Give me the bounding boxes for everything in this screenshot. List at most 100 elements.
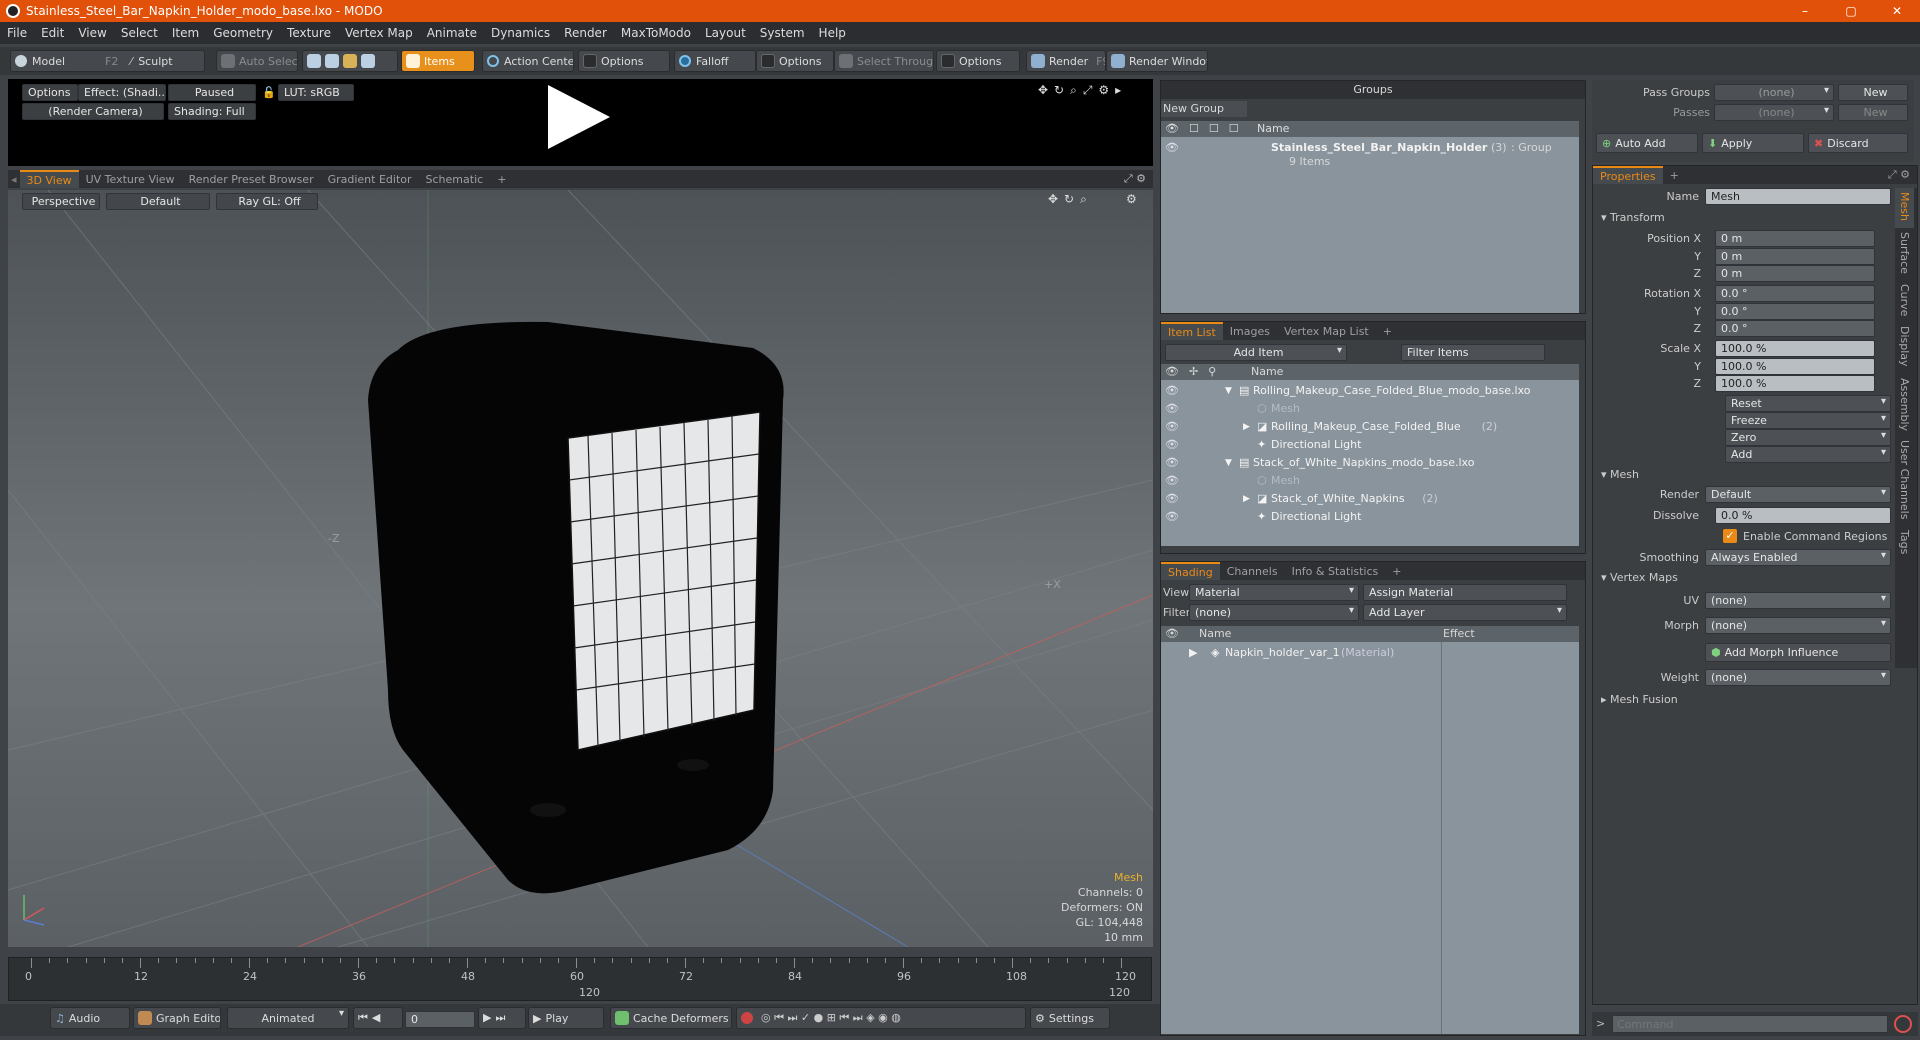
preview-paused-button[interactable]: Paused: [168, 84, 256, 101]
prev-key-buttons[interactable]: ⏮◀: [353, 1007, 403, 1029]
viewport-expand-icon[interactable]: ⤢ ⚙: [1117, 170, 1153, 188]
menu-select[interactable]: Select: [114, 26, 165, 40]
key-tool-icons[interactable]: ◎ ⏮ ⏭ ✓ ● ⊞ ⏮ ⏭ ◈ ◉ ◍: [761, 1011, 901, 1025]
tab-vertex-map-list[interactable]: Vertex Map List: [1277, 322, 1376, 340]
model-mode-button[interactable]: Model F2 ⁄ Sculpt: [10, 50, 205, 72]
item-row[interactable]: 👁 ✦ Directional Light: [1161, 508, 1579, 526]
item-row[interactable]: 👁 ⬡ Mesh: [1161, 472, 1579, 490]
cache-deformers-button[interactable]: Cache Deformers: [610, 1007, 732, 1029]
menu-texture[interactable]: Texture: [280, 26, 338, 40]
side-tab-display[interactable]: Display: [1895, 322, 1914, 374]
vertices-mode-icon[interactable]: [307, 54, 321, 68]
menu-animate[interactable]: Animate: [420, 26, 484, 40]
graph-editor-button[interactable]: Graph Editor: [133, 1007, 221, 1029]
menu-edit[interactable]: Edit: [34, 26, 71, 40]
record-icon[interactable]: [741, 1012, 753, 1024]
mesh-fusion-section[interactable]: ▸ Mesh Fusion: [1601, 693, 1678, 706]
tab-properties[interactable]: Properties: [1593, 166, 1663, 184]
tab-add[interactable]: +: [1663, 166, 1686, 184]
menu-geometry[interactable]: Geometry: [206, 26, 280, 40]
assign-material-button[interactable]: Assign Material: [1363, 584, 1567, 601]
new-group-button[interactable]: New Group: [1161, 101, 1247, 117]
materials-mode-icon[interactable]: [361, 54, 375, 68]
scale-x-field[interactable]: 100.0 %: [1715, 340, 1875, 357]
name-field[interactable]: Mesh: [1705, 188, 1891, 205]
freeze-dropdown[interactable]: Freeze: [1725, 412, 1891, 429]
side-tab-user-channels[interactable]: User Channels: [1895, 436, 1914, 526]
uv-dropdown[interactable]: (none): [1705, 592, 1891, 609]
edges-mode-icon[interactable]: [325, 54, 339, 68]
position-z-field[interactable]: 0 m: [1715, 265, 1875, 282]
tab-gradient-editor[interactable]: Gradient Editor: [321, 170, 419, 188]
preview-effect-dropdown[interactable]: Effect: (Shadi...: [78, 84, 166, 101]
properties-expand-icon[interactable]: ⤢ ⚙: [1881, 166, 1917, 184]
menu-help[interactable]: Help: [812, 26, 853, 40]
expand-arrow-icon[interactable]: ▼: [1225, 454, 1232, 472]
menu-vertex-map[interactable]: Vertex Map: [338, 26, 420, 40]
perspective-dropdown[interactable]: Perspective: [22, 193, 100, 210]
group-visibility-icon[interactable]: 👁: [1165, 141, 1179, 154]
rotation-z-field[interactable]: 0.0 °: [1715, 320, 1875, 337]
render-camera-dropdown[interactable]: (Render Camera): [22, 103, 164, 120]
maximize-button[interactable]: ▢: [1828, 0, 1874, 22]
key-tools-group[interactable]: ◎ ⏮ ⏭ ✓ ● ⊞ ⏮ ⏭ ◈ ◉ ◍: [736, 1007, 1026, 1029]
falloff-button[interactable]: Falloff: [674, 50, 756, 72]
stop-command-icon[interactable]: [1894, 1015, 1912, 1033]
visibility-eye-icon[interactable]: 👁: [1165, 382, 1179, 400]
item-row[interactable]: 👁 ✦ Directional Light: [1161, 436, 1579, 454]
frame-field[interactable]: 0: [405, 1011, 475, 1028]
tab-render-preset-browser[interactable]: Render Preset Browser: [182, 170, 321, 188]
lock-icon[interactable]: 🔓: [262, 86, 276, 99]
action-center-button[interactable]: Action Center: [482, 50, 574, 72]
menu-system[interactable]: System: [753, 26, 812, 40]
expand-arrow-icon[interactable]: ▶: [1243, 490, 1250, 508]
tab-images[interactable]: Images: [1223, 322, 1277, 340]
audio-button[interactable]: ♫ Audio: [50, 1007, 130, 1029]
vertex-maps-section[interactable]: ▾ Vertex Maps: [1601, 571, 1678, 584]
command-input[interactable]: [1612, 1015, 1888, 1033]
auto-add-button[interactable]: ⊕ Auto Add: [1596, 133, 1698, 153]
passes-dropdown[interactable]: (none): [1714, 104, 1834, 121]
zero-dropdown[interactable]: Zero: [1725, 429, 1891, 446]
viewport-settings-icon[interactable]: ⚙: [1126, 192, 1137, 206]
visibility-eye-icon[interactable]: 👁: [1165, 436, 1179, 454]
auto-select-button[interactable]: Auto Select: [216, 50, 298, 72]
tab-uv-texture-view[interactable]: UV Texture View: [79, 170, 182, 188]
raygl-dropdown[interactable]: Ray GL: Off: [216, 193, 318, 210]
item-row[interactable]: 👁 ▶ ◪ Rolling_Makeup_Case_Folded_Blue (2): [1161, 418, 1579, 436]
material-row[interactable]: ▶ ◈ Napkin_holder_var_1 (Material): [1161, 644, 1579, 662]
view-dropdown[interactable]: Material: [1189, 584, 1359, 601]
render-dropdown[interactable]: Default: [1705, 486, 1891, 503]
expand-arrow-icon[interactable]: ▶: [1189, 644, 1197, 662]
new-pass-group-button[interactable]: New: [1838, 84, 1908, 101]
tab-add[interactable]: +: [1376, 322, 1399, 340]
menu-file[interactable]: File: [0, 26, 34, 40]
scale-y-field[interactable]: 100.0 %: [1715, 358, 1875, 375]
enable-command-regions-checkbox[interactable]: ✓: [1723, 529, 1737, 543]
add-dropdown[interactable]: Add: [1725, 446, 1891, 463]
timeline[interactable]: 0 12 24 36 48 60 72 84 96 108 120 120 120: [8, 957, 1152, 1001]
action-center-options-button[interactable]: Options: [578, 50, 670, 72]
next-key-buttons[interactable]: ▶⏭: [478, 1007, 526, 1029]
weight-dropdown[interactable]: (none): [1705, 669, 1891, 686]
menu-render[interactable]: Render: [557, 26, 614, 40]
visibility-eye-icon[interactable]: 👁: [1165, 490, 1179, 508]
filter-items-input[interactable]: Filter Items: [1401, 344, 1545, 361]
add-layer-dropdown[interactable]: Add Layer: [1363, 604, 1567, 621]
position-x-field[interactable]: 0 m: [1715, 230, 1875, 247]
menu-view[interactable]: View: [71, 26, 113, 40]
settings-button[interactable]: ⚙ Settings: [1030, 1007, 1110, 1029]
add-item-dropdown[interactable]: Add Item: [1165, 344, 1347, 361]
position-y-field[interactable]: 0 m: [1715, 248, 1875, 265]
side-tab-surface[interactable]: Surface: [1895, 228, 1914, 280]
item-row[interactable]: 👁 ▼ ▤ Rolling_Makeup_Case_Folded_Blue_modo_…: [1161, 382, 1579, 400]
visibility-eye-icon[interactable]: 👁: [1165, 508, 1179, 526]
visibility-eye-icon[interactable]: 👁: [1165, 454, 1179, 472]
apply-button[interactable]: ⬇ Apply: [1702, 133, 1804, 153]
view-style-dropdown[interactable]: Default: [106, 193, 210, 210]
dissolve-field[interactable]: 0.0 %: [1715, 507, 1891, 524]
discard-button[interactable]: ✖ Discard: [1808, 133, 1908, 153]
select-through-button[interactable]: Select Through: [834, 50, 934, 72]
viewport-nav-icons[interactable]: ✥↻⌕: [1048, 192, 1093, 207]
minimize-button[interactable]: –: [1782, 0, 1828, 22]
